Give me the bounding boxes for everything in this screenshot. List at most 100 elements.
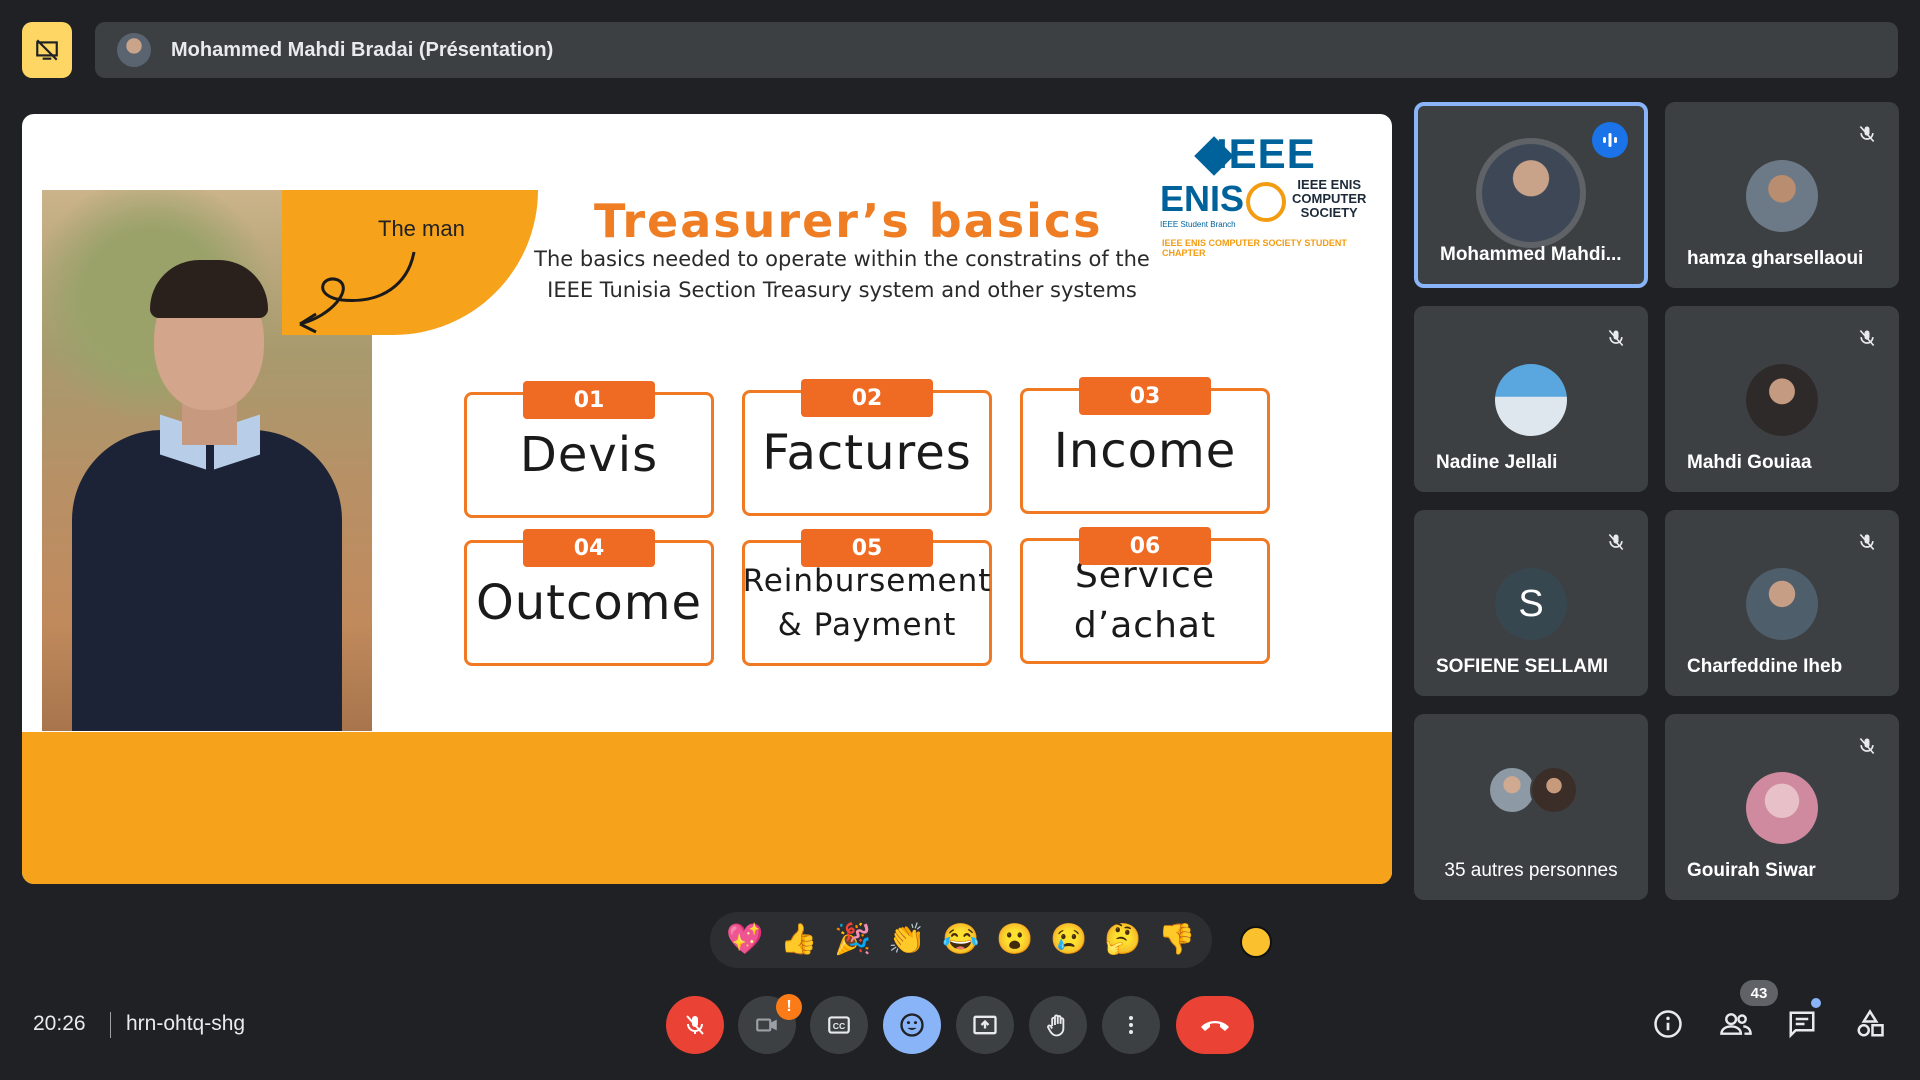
card-reinbursement: 05 Reinbursement & Payment bbox=[742, 529, 992, 666]
chapter-text: IEEE ENIS COMPUTER SOCIETY STUDENT CHAPT… bbox=[1162, 238, 1347, 258]
card-devis: 01 Devis bbox=[464, 381, 714, 518]
enis-wordmark: ENIS bbox=[1160, 178, 1245, 219]
reaction-sparkling-heart[interactable]: 💖 bbox=[726, 925, 763, 955]
participant-name: Gouirah Siwar bbox=[1687, 860, 1816, 881]
captions-icon: CC bbox=[828, 1016, 850, 1034]
reactions-button[interactable] bbox=[883, 996, 941, 1054]
mic-toggle-button[interactable] bbox=[666, 996, 724, 1054]
participant-tile[interactable]: Charfeddine Iheb bbox=[1665, 510, 1899, 696]
avatar bbox=[1495, 364, 1567, 436]
activities-button[interactable] bbox=[1852, 1006, 1888, 1042]
card-label: Devis bbox=[519, 427, 659, 483]
participant-tile[interactable]: Nadine Jellali bbox=[1414, 306, 1648, 492]
mic-off-icon bbox=[1600, 526, 1632, 558]
info-icon bbox=[1654, 1010, 1682, 1038]
participant-name: 35 autres personnes bbox=[1444, 860, 1618, 881]
card-label: Income bbox=[1053, 423, 1237, 479]
reaction-party[interactable]: 🎉 bbox=[834, 925, 871, 955]
avatar bbox=[1746, 568, 1818, 640]
reactions-bar: 💖 👍 🎉 👏 😂 😮 😢 🤔 👎 bbox=[710, 912, 1212, 968]
meeting-details-button[interactable] bbox=[1650, 1006, 1686, 1042]
captions-button[interactable]: CC bbox=[810, 996, 868, 1054]
reaction-laugh[interactable]: 😂 bbox=[942, 925, 979, 955]
slide-subtitle-line: The basics needed to operate within the … bbox=[534, 247, 1150, 271]
participant-name: SOFIENE SELLAMI bbox=[1436, 656, 1609, 677]
chat-icon bbox=[1789, 1011, 1815, 1039]
participant-name: hamza gharsellaoui bbox=[1687, 248, 1864, 269]
divider bbox=[110, 1012, 111, 1038]
present-off-icon bbox=[36, 39, 58, 61]
participant-count-badge: 43 bbox=[1740, 980, 1778, 1006]
mic-off-icon bbox=[1851, 118, 1883, 150]
participant-tile[interactable]: Gouirah Siwar bbox=[1665, 714, 1899, 900]
the-man-label: The man bbox=[378, 216, 465, 241]
reaction-clap[interactable]: 👏 bbox=[888, 925, 925, 955]
speaking-icon bbox=[1592, 122, 1628, 158]
avatar: S bbox=[1495, 568, 1567, 640]
participant-tile[interactable]: Mohammed Mahdi... bbox=[1414, 102, 1648, 288]
avatar bbox=[1746, 772, 1818, 844]
raise-hand-button[interactable] bbox=[1029, 996, 1087, 1054]
enis-subtext: IEEE Student Branch bbox=[1160, 220, 1236, 229]
skin-tone-button[interactable] bbox=[1240, 926, 1272, 958]
participant-tile[interactable]: S SOFIENE SELLAMI bbox=[1414, 510, 1648, 696]
avatar-stack bbox=[1488, 766, 1588, 816]
participant-name: Nadine Jellali bbox=[1436, 452, 1558, 473]
more-icon bbox=[1129, 1016, 1133, 1034]
camera-warning-badge: ! bbox=[776, 994, 802, 1020]
present-now-button[interactable] bbox=[956, 996, 1014, 1054]
meeting-time: 20:26 bbox=[33, 1012, 86, 1035]
presentation-toggle-button[interactable] bbox=[22, 22, 72, 78]
participant-name: Charfeddine Iheb bbox=[1687, 656, 1843, 677]
card-label: Factures bbox=[762, 425, 972, 481]
presenter-avatar bbox=[117, 33, 151, 67]
card-income: 03 Income bbox=[1020, 377, 1270, 514]
camera-off-icon bbox=[756, 1018, 777, 1032]
computer-society-text: IEEE ENIS COMPUTER SOCIETY bbox=[1292, 177, 1367, 220]
mic-off-icon bbox=[686, 1015, 704, 1035]
presenter-title: Mohammed Mahdi Bradai (Présentation) bbox=[171, 38, 554, 61]
mic-off-icon bbox=[1851, 730, 1883, 762]
card-service-achat: 06 Service d’achat bbox=[1020, 527, 1270, 664]
card-label: Service d’achat bbox=[1073, 555, 1217, 646]
others-tile[interactable]: 35 autres personnes bbox=[1414, 714, 1648, 900]
reaction-sad[interactable]: 😢 bbox=[1050, 925, 1087, 955]
participant-tile[interactable]: hamza gharsellaoui bbox=[1665, 102, 1899, 288]
chat-unread-dot bbox=[1811, 998, 1821, 1008]
reaction-surprised[interactable]: 😮 bbox=[996, 925, 1033, 955]
avatar bbox=[1746, 160, 1818, 232]
reaction-thumbs-up[interactable]: 👍 bbox=[780, 925, 817, 955]
leave-call-button[interactable] bbox=[1176, 996, 1254, 1054]
svg-text:CC: CC bbox=[833, 1021, 846, 1031]
card-outcome: 04 Outcome bbox=[464, 529, 714, 666]
reaction-thinking[interactable]: 🤔 bbox=[1104, 925, 1141, 955]
card-label: Reinbursement & Payment bbox=[742, 563, 992, 643]
people-icon bbox=[1720, 1013, 1752, 1035]
more-options-button[interactable] bbox=[1102, 996, 1160, 1054]
arrow-icon bbox=[299, 251, 416, 334]
card-number: 05 bbox=[801, 529, 933, 567]
card-number: 03 bbox=[1079, 377, 1211, 415]
participant-name: Mahdi Gouiaa bbox=[1687, 452, 1812, 473]
presenter-banner: Mohammed Mahdi Bradai (Présentation) bbox=[95, 22, 1898, 78]
ieee-wordmark: IEEE bbox=[1216, 130, 1316, 177]
slide-title: Treasurer’s basics bbox=[594, 194, 1103, 248]
end-call-icon bbox=[1201, 1021, 1229, 1031]
card-label: Outcome bbox=[475, 575, 703, 631]
emoji-icon bbox=[900, 1013, 924, 1037]
participant-name: Mohammed Mahdi... bbox=[1440, 244, 1622, 265]
card-number: 01 bbox=[523, 381, 655, 419]
card-number: 06 bbox=[1079, 527, 1211, 565]
mic-off-icon bbox=[1851, 322, 1883, 354]
activities-icon bbox=[1857, 1009, 1884, 1037]
mic-off-icon bbox=[1600, 322, 1632, 354]
reaction-thumbs-down[interactable]: 👎 bbox=[1158, 925, 1195, 955]
participant-tile[interactable]: Mahdi Gouiaa bbox=[1665, 306, 1899, 492]
mic-off-icon bbox=[1851, 526, 1883, 558]
card-number: 04 bbox=[523, 529, 655, 567]
avatar bbox=[1746, 364, 1818, 436]
people-button[interactable] bbox=[1718, 1006, 1754, 1042]
raise-hand-icon bbox=[1047, 1014, 1065, 1037]
slide-footer-band bbox=[22, 732, 1392, 884]
chat-button[interactable] bbox=[1784, 1006, 1820, 1042]
